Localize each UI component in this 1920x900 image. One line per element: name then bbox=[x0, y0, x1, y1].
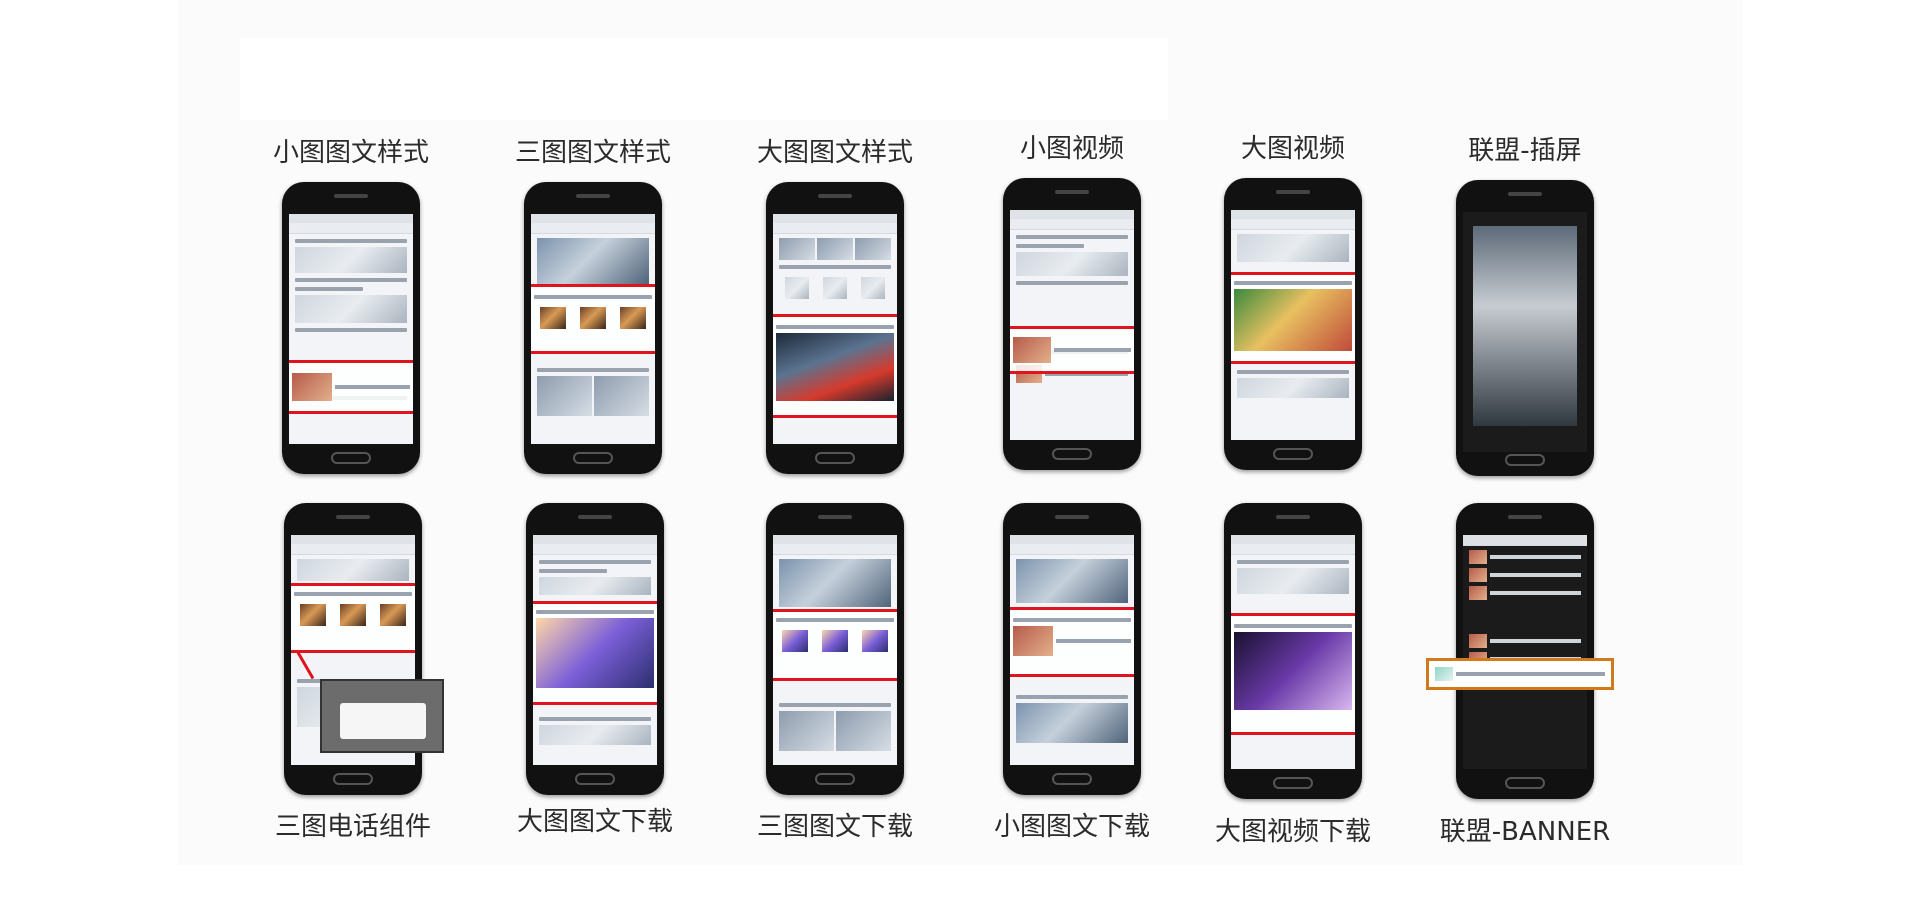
phone-home-button bbox=[1052, 448, 1092, 460]
phone-mockup bbox=[284, 503, 444, 795]
phone-mockup bbox=[1224, 503, 1362, 799]
phone-speaker bbox=[1276, 190, 1310, 194]
phone-mockup bbox=[766, 503, 904, 795]
phone-speaker bbox=[1508, 192, 1542, 196]
sample-union-interstitial: 联盟-插屏 bbox=[1410, 130, 1640, 530]
sample-large-image-text: 大图图文样式 bbox=[720, 132, 950, 532]
sample-small-image-text: 小图图文样式 bbox=[236, 132, 466, 532]
phone-mockup bbox=[1003, 178, 1141, 470]
banner-highlight-box bbox=[1426, 658, 1614, 690]
sample-large-image-download: 大图图文下载 bbox=[480, 503, 710, 838]
sample-label: 大图图文样式 bbox=[756, 138, 913, 168]
sample-large-video-download: 大图视频下载 bbox=[1178, 503, 1408, 848]
phone-mockup bbox=[1003, 503, 1141, 795]
phone-screen bbox=[1010, 535, 1134, 765]
sample-large-video: 大图视频 bbox=[1178, 128, 1408, 528]
phone-home-button bbox=[1505, 777, 1545, 789]
phone-call-popup bbox=[320, 679, 444, 753]
phone-speaker bbox=[1055, 515, 1089, 519]
phone-home-button bbox=[1505, 454, 1545, 466]
phone-screen bbox=[1231, 535, 1355, 769]
sample-label: 小图图文下载 bbox=[993, 812, 1150, 842]
highlight-box bbox=[533, 601, 657, 705]
highlight-box bbox=[773, 314, 897, 418]
phone-mockup bbox=[1456, 180, 1594, 476]
phone-mockup bbox=[526, 503, 664, 795]
phone-speaker bbox=[336, 515, 370, 519]
phone-speaker bbox=[576, 194, 610, 198]
sample-label: 大图视频下载 bbox=[1214, 817, 1371, 847]
phone-mockup bbox=[282, 182, 420, 474]
highlight-box bbox=[291, 583, 415, 653]
phone-speaker bbox=[1508, 515, 1542, 519]
sample-small-video: 小图视频 bbox=[957, 128, 1187, 528]
highlight-box bbox=[1231, 272, 1355, 364]
phone-mockup bbox=[1426, 503, 1614, 799]
phone-mockup bbox=[1224, 178, 1362, 470]
sample-label: 三图图文样式 bbox=[514, 138, 671, 168]
phone-screen bbox=[1010, 210, 1134, 440]
phone-home-button bbox=[573, 452, 613, 464]
phone-home-button bbox=[1273, 777, 1313, 789]
sample-small-image-download: 小图图文下载 bbox=[957, 503, 1187, 843]
phone-speaker bbox=[1276, 515, 1310, 519]
phone-screen bbox=[1231, 210, 1355, 440]
sample-three-image-download: 三图图文下载 bbox=[720, 503, 950, 843]
sample-three-image-phone: 三图电话组件 bbox=[238, 503, 468, 843]
phone-home-button bbox=[1273, 448, 1313, 460]
title-placeholder-area bbox=[240, 38, 1168, 120]
sample-label: 大图图文下载 bbox=[516, 807, 673, 837]
sample-label: 小图图文样式 bbox=[272, 138, 429, 168]
sample-label: 三图电话组件 bbox=[274, 812, 431, 842]
sample-union-banner: 联盟-BANNER bbox=[1410, 503, 1640, 848]
phone-home-button bbox=[815, 773, 855, 785]
sample-label: 三图图文下载 bbox=[756, 812, 913, 842]
phone-speaker bbox=[818, 515, 852, 519]
sample-label: 小图视频 bbox=[1019, 134, 1124, 164]
sample-label: 联盟-插屏 bbox=[1468, 136, 1582, 166]
phone-screen bbox=[289, 214, 413, 444]
phone-screen bbox=[773, 214, 897, 444]
phone-speaker bbox=[334, 194, 368, 198]
highlight-box bbox=[773, 609, 897, 681]
phone-home-button bbox=[815, 452, 855, 464]
phone-home-button bbox=[1052, 773, 1092, 785]
phone-screen bbox=[773, 535, 897, 765]
phone-home-button bbox=[331, 452, 371, 464]
highlight-box bbox=[1231, 613, 1355, 735]
sample-three-image-text: 三图图文样式 bbox=[478, 132, 708, 532]
phone-screen bbox=[1463, 212, 1587, 452]
highlight-box bbox=[1010, 607, 1134, 677]
phone-speaker bbox=[578, 515, 612, 519]
phone-mockup bbox=[524, 182, 662, 474]
highlight-box bbox=[289, 360, 413, 414]
highlight-box bbox=[531, 284, 655, 354]
sample-label: 联盟-BANNER bbox=[1439, 817, 1611, 847]
phone-screen bbox=[531, 214, 655, 444]
highlight-box bbox=[1010, 326, 1134, 374]
phone-home-button bbox=[333, 773, 373, 785]
phone-screen bbox=[1463, 535, 1587, 769]
sample-label: 大图视频 bbox=[1240, 134, 1345, 164]
phone-screen bbox=[533, 535, 657, 765]
phone-speaker bbox=[1055, 190, 1089, 194]
phone-speaker bbox=[818, 194, 852, 198]
phone-home-button bbox=[575, 773, 615, 785]
phone-mockup bbox=[766, 182, 904, 474]
